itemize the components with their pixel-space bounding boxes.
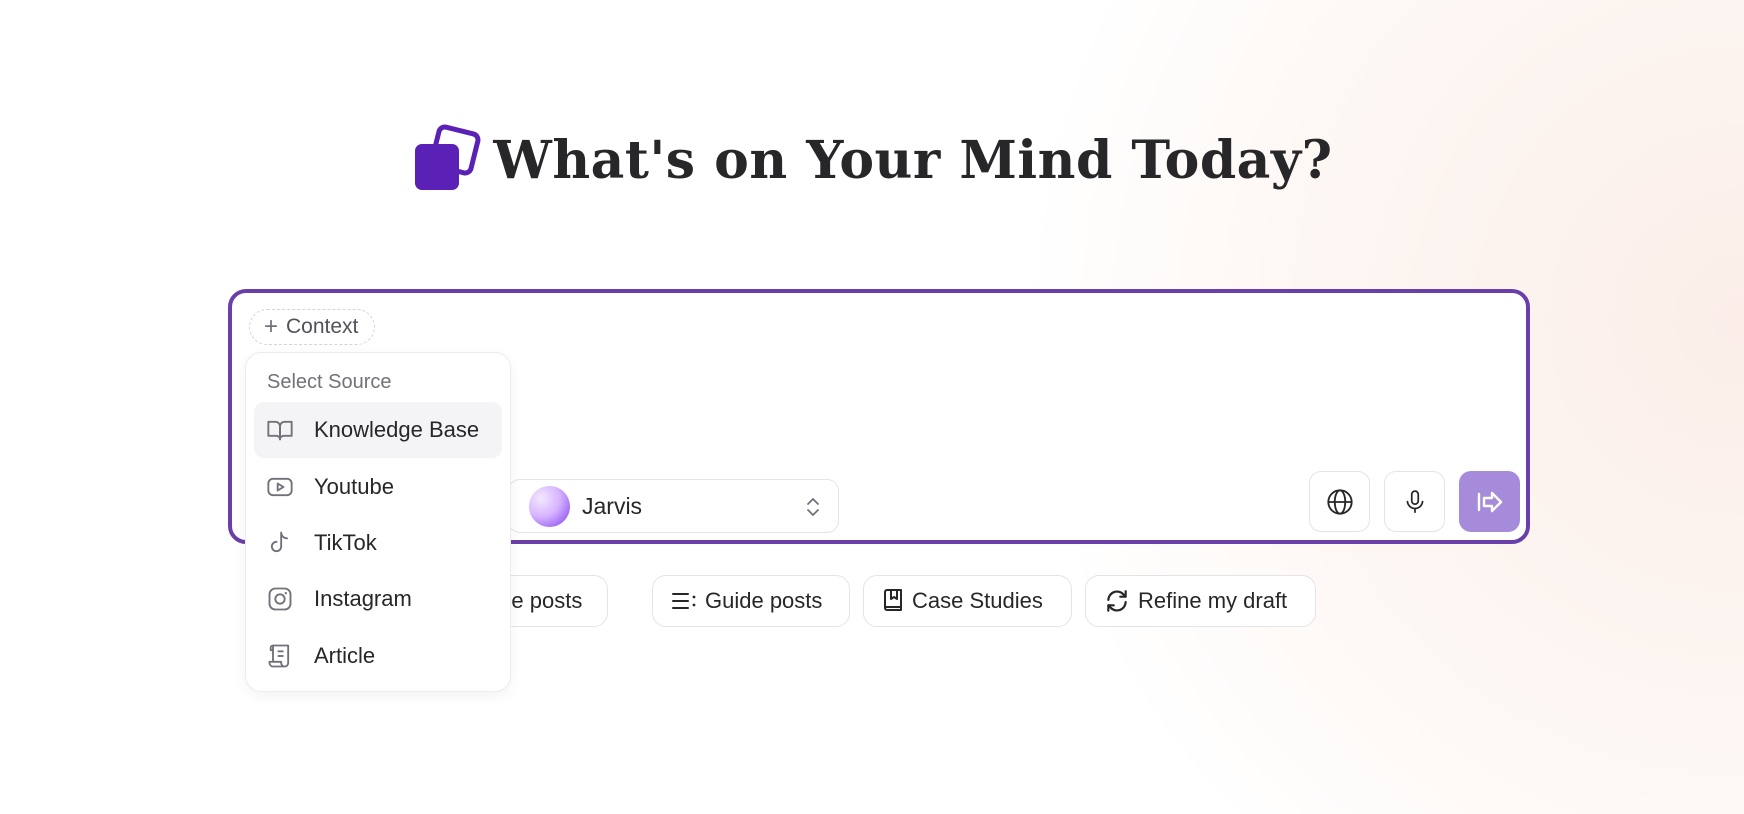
chip-guide-posts[interactable]: Guide posts — [652, 575, 850, 627]
source-item-label: Youtube — [314, 474, 394, 499]
instagram-icon — [268, 587, 292, 611]
source-item-label: Instagram — [314, 586, 412, 611]
bookmark-book-icon — [884, 589, 902, 611]
add-context-button[interactable]: + Context — [249, 309, 376, 345]
chip-label: Refine my draft — [1138, 588, 1288, 613]
page-heading: What's on Your Mind Today? — [0, 124, 1744, 196]
chip-case-studies[interactable]: Case Studies — [863, 575, 1072, 627]
model-name: Jarvis — [582, 492, 643, 519]
tiktok-icon — [270, 531, 288, 553]
globe-icon — [1326, 488, 1353, 515]
source-item-youtube[interactable]: Youtube — [254, 459, 502, 515]
plus-icon: + — [264, 313, 279, 340]
source-item-tiktok[interactable]: TikTok — [254, 515, 502, 571]
web-search-button[interactable] — [1309, 471, 1370, 532]
source-item-instagram[interactable]: Instagram — [254, 571, 502, 627]
youtube-icon — [267, 477, 293, 497]
chevron-up-down-icon — [807, 498, 819, 516]
source-item-label: Knowledge Base — [314, 417, 480, 442]
model-selector[interactable]: Jarvis — [508, 479, 839, 533]
source-item-knowledge-base[interactable]: Knowledge Base — [254, 402, 502, 458]
chip-label: Guide posts — [705, 588, 823, 613]
source-item-label: Article — [314, 643, 376, 668]
chip-refine-draft[interactable]: Refine my draft — [1085, 575, 1316, 627]
chip-label: Case Studies — [912, 588, 1043, 613]
add-context-label: Context — [286, 315, 359, 338]
voice-input-button[interactable] — [1384, 471, 1445, 532]
list-icon — [672, 593, 696, 609]
microphone-icon — [1406, 489, 1423, 513]
send-arrow-icon — [1477, 491, 1502, 512]
page-title: What's on Your Mind Today? — [493, 129, 1333, 191]
scroll-icon — [268, 644, 290, 668]
source-item-label: TikTok — [314, 530, 377, 555]
send-button[interactable] — [1459, 471, 1520, 532]
refresh-icon — [1107, 590, 1127, 612]
book-open-icon — [267, 420, 293, 441]
source-dropdown: Select Source Knowledge Base Youtube Tik… — [245, 352, 511, 692]
logo-icon — [415, 124, 481, 190]
dropdown-title: Select Source — [267, 371, 392, 393]
model-avatar — [529, 485, 570, 527]
source-item-article[interactable]: Article — [254, 628, 502, 684]
